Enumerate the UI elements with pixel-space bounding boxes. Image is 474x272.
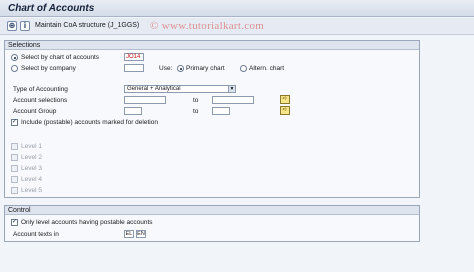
level-3-label: Level 3 (21, 165, 42, 172)
account-selections-from[interactable] (124, 96, 166, 104)
account-group-multiple-icon[interactable]: ➪ (280, 106, 290, 115)
level-4-checkbox[interactable] (11, 176, 18, 183)
selections-group: Selections Select by chart of accounts J… (4, 40, 420, 198)
altern-chart-radio[interactable] (240, 65, 247, 72)
level-5-label: Level 5 (21, 187, 42, 194)
chevron-down-icon[interactable]: ▼ (228, 86, 235, 92)
select-by-chart-radio[interactable] (11, 54, 18, 61)
info-icon[interactable]: i (20, 21, 30, 31)
level-1-label: Level 1 (21, 143, 42, 150)
level-5-checkbox[interactable] (11, 187, 18, 194)
type-of-accounting-select[interactable]: General + Analytical ▼ (124, 85, 236, 93)
chart-of-accounts-field[interactable]: JO14 (124, 53, 144, 61)
type-of-accounting-value: General + Analytical (127, 86, 181, 92)
page-title: Chart of Accounts (8, 3, 95, 14)
level-1-checkbox[interactable] (11, 143, 18, 150)
title-bar: Chart of Accounts (0, 0, 474, 17)
level-3-checkbox[interactable] (11, 165, 18, 172)
execute-icon[interactable]: ⊕ (7, 21, 17, 31)
account-group-from[interactable] (124, 107, 142, 115)
account-selections-to[interactable] (212, 96, 254, 104)
include-deleted-checkbox[interactable]: ✓ (11, 119, 18, 126)
selections-heading: Selections (5, 41, 419, 50)
control-heading: Control (5, 206, 419, 215)
toolbar-text: Maintain CoA structure (J_1GGS) (35, 22, 140, 29)
account-texts-label: Account texts in (13, 231, 59, 238)
select-by-company-label: Select by company (21, 65, 76, 72)
account-group-to-label: to (193, 108, 199, 115)
only-level-label: Only level accounts having postable acco… (21, 219, 153, 226)
primary-chart-radio[interactable] (177, 65, 184, 72)
level-4-label: Level 4 (21, 176, 42, 183)
use-label: Use: (159, 65, 173, 72)
select-by-company-radio[interactable] (11, 65, 18, 72)
control-group: Control ✓ Only level accounts having pos… (4, 205, 420, 242)
only-level-checkbox[interactable]: ✓ (11, 219, 18, 226)
company-field[interactable] (124, 64, 144, 72)
primary-chart-label: Primary chart (186, 65, 225, 72)
level-2-checkbox[interactable] (11, 154, 18, 161)
account-text-lang-1[interactable]: EL (124, 230, 134, 238)
account-selections-multiple-icon[interactable]: ➪ (280, 95, 290, 104)
type-of-accounting-label: Type of Accounting (13, 86, 68, 93)
watermark: © www.tutorialkart.com (150, 20, 265, 32)
account-selections-to-label: to (193, 97, 199, 104)
account-group-label: Account Group (13, 108, 57, 115)
account-selections-label: Account selections (13, 97, 68, 104)
account-text-lang-2[interactable]: EN (136, 230, 146, 238)
level-2-label: Level 2 (21, 154, 42, 161)
select-by-chart-label: Select by chart of accounts (21, 54, 100, 61)
altern-chart-label: Altern. chart (249, 65, 285, 72)
include-deleted-label: Include (postable) accounts marked for d… (21, 119, 158, 126)
account-group-to[interactable] (212, 107, 230, 115)
